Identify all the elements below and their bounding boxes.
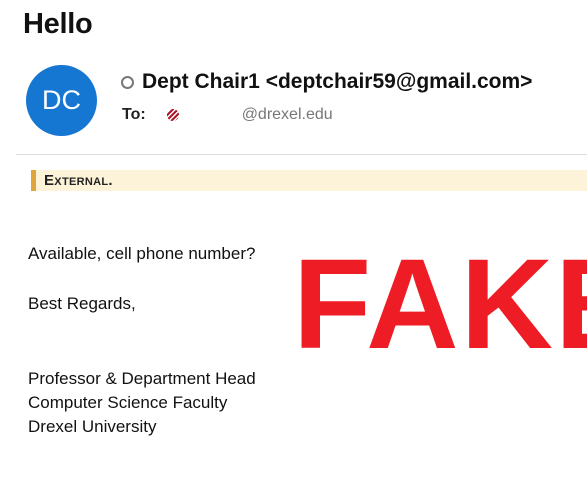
header-divider (16, 154, 587, 155)
email-view: Hello DC Dept Chair1 <deptchair59@gmail.… (0, 0, 587, 493)
sender-line: Dept Chair1 <deptchair59@gmail.com> (121, 70, 532, 94)
body-line-request: Available, cell phone number? (28, 244, 256, 263)
sender-name-address[interactable]: Dept Chair1 <deptchair59@gmail.com> (142, 70, 532, 94)
body-line-closing: Best Regards, (28, 294, 136, 313)
signature-department: Computer Science Faculty (28, 393, 228, 412)
recipient-org-icon (166, 109, 179, 121)
sender-avatar[interactable]: DC (26, 65, 97, 136)
fake-stamp-overlay: FAKE (293, 233, 587, 376)
banner-label: External. (44, 172, 113, 189)
recipient-line: To: @drexel.edu (122, 106, 333, 124)
recipient-address[interactable]: @drexel.edu (242, 106, 333, 124)
email-subject: Hello (23, 8, 93, 40)
signature-title: Professor & Department Head (28, 369, 256, 388)
avatar-initials: DC (42, 85, 81, 115)
banner-accent-bar (31, 170, 36, 191)
external-sender-banner: External. (31, 170, 587, 191)
signature-university: Drexel University (28, 417, 157, 436)
to-label: To: (122, 106, 146, 123)
signature-block: Professor & Department Head Computer Sci… (28, 367, 256, 439)
presence-status-icon (121, 75, 134, 89)
